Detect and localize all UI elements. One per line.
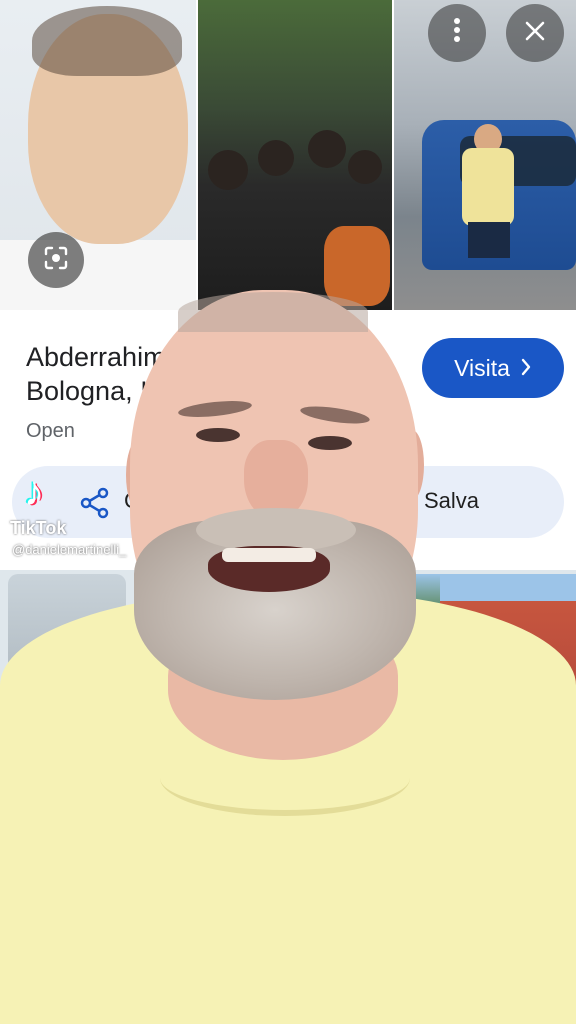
image-crowd[interactable] <box>198 0 392 310</box>
place-status: Open <box>26 420 75 442</box>
visit-button[interactable]: Visita <box>422 338 564 398</box>
presenter-teeth <box>222 548 316 562</box>
tiktok-logo-icon: ♪ <box>24 470 44 514</box>
more-vert-icon <box>453 17 461 50</box>
close-button[interactable] <box>506 4 564 62</box>
presenter-eye-right <box>308 436 352 450</box>
share-icon[interactable] <box>78 486 112 520</box>
lens-search-button[interactable] <box>28 232 84 288</box>
crowd-person-patterned <box>324 226 390 306</box>
save-button[interactable]: Salva <box>424 488 479 514</box>
presenter-eye-left <box>196 428 240 442</box>
creator-handle: @danielemartinelli_ <box>12 542 127 557</box>
image-results-strip <box>0 0 576 312</box>
man-shirt <box>462 148 514 226</box>
chevron-right-icon <box>520 355 532 382</box>
crowd-person <box>308 130 346 168</box>
presenter-collar <box>160 740 410 816</box>
crowd-person <box>348 150 382 184</box>
portrait-hair <box>32 6 182 76</box>
man-shorts <box>468 222 510 258</box>
crowd-person <box>258 140 294 176</box>
tiktok-wordmark: TikTok <box>10 518 67 538</box>
lens-icon <box>43 245 69 276</box>
crowd-person <box>208 150 248 190</box>
visit-button-label: Visita <box>454 354 510 381</box>
close-icon <box>524 17 546 49</box>
more-options-button[interactable] <box>428 4 486 62</box>
presenter-hair <box>178 292 368 332</box>
